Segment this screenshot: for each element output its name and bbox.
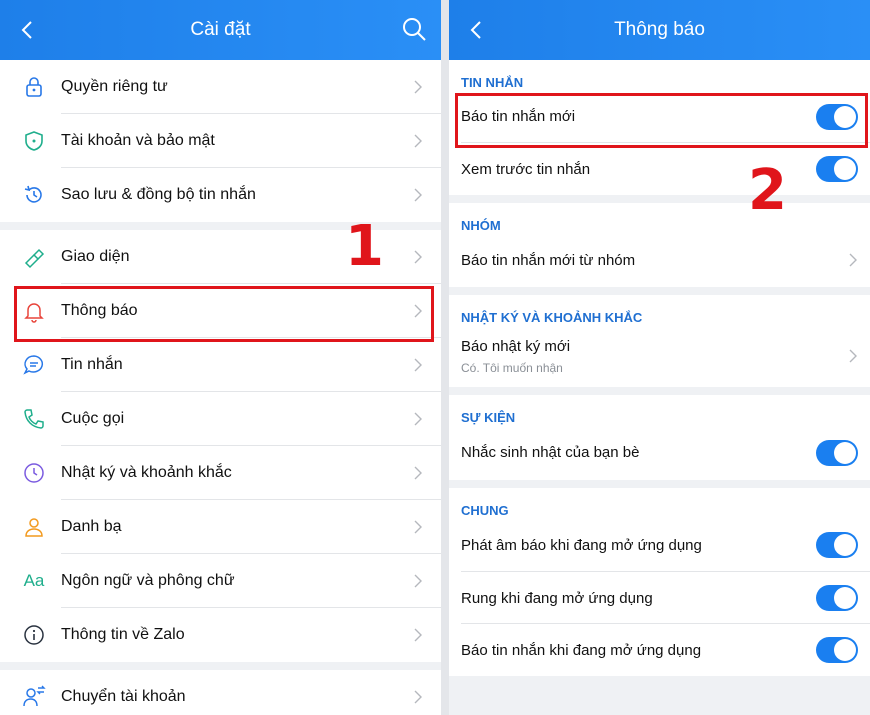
chevron-right-icon bbox=[414, 188, 422, 202]
chevron-right-icon bbox=[414, 250, 422, 264]
settings-item-privacy[interactable]: Quyền riêng tư bbox=[0, 60, 441, 114]
setting-label: Báo nhật ký mới bbox=[461, 337, 571, 355]
toggle-switch[interactable] bbox=[816, 585, 858, 611]
settings-item-label: Chuyển tài khoản bbox=[61, 688, 186, 705]
settings-item-label: Thông tin về Zalo bbox=[61, 626, 185, 643]
settings-item-contacts[interactable]: Danh bạ bbox=[0, 500, 441, 554]
page-title: Cài đặt bbox=[190, 19, 251, 40]
settings-group-3: Chuyển tài khoản bbox=[0, 670, 441, 715]
settings-item-language-font[interactable]: Aa Ngôn ngữ và phông chữ bbox=[0, 554, 441, 608]
chat-icon bbox=[21, 352, 47, 378]
highlight-box-new-message bbox=[455, 93, 868, 148]
chevron-right-icon bbox=[414, 574, 422, 588]
chevron-right-icon bbox=[414, 520, 422, 534]
chevron-right-icon bbox=[414, 358, 422, 372]
settings-panel: Cài đặt Quyền riêng tư Tài khoản và bảo … bbox=[0, 0, 441, 715]
page-title: Thông báo bbox=[614, 19, 705, 40]
settings-group-1: Quyền riêng tư Tài khoản và bảo mật Sao … bbox=[0, 60, 441, 222]
setting-message-preview[interactable]: Xem trước tin nhắn bbox=[449, 143, 870, 195]
settings-item-label: Nhật ký và khoảnh khắc bbox=[61, 464, 232, 481]
settings-item-account-security[interactable]: Tài khoản và bảo mật bbox=[0, 114, 441, 168]
settings-item-diary[interactable]: Nhật ký và khoảnh khắc bbox=[0, 446, 441, 500]
person-icon bbox=[21, 514, 47, 540]
chevron-right-icon bbox=[849, 349, 857, 363]
shield-icon bbox=[21, 128, 47, 154]
step-number-1: 1 bbox=[345, 214, 384, 279]
setting-label: Xem trước tin nhắn bbox=[461, 160, 591, 178]
brush-icon bbox=[21, 244, 47, 270]
settings-item-label: Sao lưu & đồng bộ tin nhắn bbox=[61, 186, 256, 203]
search-icon[interactable] bbox=[401, 16, 427, 42]
clock-icon bbox=[21, 460, 47, 486]
settings-item-label: Ngôn ngữ và phông chữ bbox=[61, 572, 235, 589]
notifications-header: Thông báo bbox=[449, 0, 870, 60]
setting-label: Phát âm báo khi đang mở ứng dụng bbox=[461, 536, 702, 554]
phone-icon bbox=[21, 406, 47, 432]
settings-item-about-zalo[interactable]: Thông tin về Zalo bbox=[0, 608, 441, 662]
switch-account-icon bbox=[21, 684, 47, 710]
back-arrow-icon[interactable] bbox=[16, 18, 40, 42]
settings-item-calls[interactable]: Cuộc gọi bbox=[0, 392, 441, 446]
setting-label: Rung khi đang mở ứng dụng bbox=[461, 589, 653, 607]
settings-item-label: Danh bạ bbox=[61, 518, 122, 535]
settings-header: Cài đặt bbox=[0, 0, 441, 60]
settings-item-switch-account[interactable]: Chuyển tài khoản bbox=[0, 670, 441, 715]
chevron-right-icon bbox=[414, 690, 422, 704]
toggle-switch[interactable] bbox=[816, 637, 858, 663]
toggle-switch[interactable] bbox=[816, 532, 858, 558]
chevron-right-icon bbox=[414, 466, 422, 480]
section-title: NHÓM bbox=[449, 203, 870, 233]
history-icon bbox=[21, 182, 47, 208]
chevron-right-icon bbox=[849, 253, 857, 267]
chevron-right-icon bbox=[414, 80, 422, 94]
setting-new-diary[interactable]: Báo nhật ký mới Có. Tôi muốn nhận bbox=[449, 325, 870, 387]
setting-sublabel: Có. Tôi muốn nhận bbox=[461, 360, 563, 375]
section-title: SỰ KIỆN bbox=[449, 395, 870, 425]
section-diary: NHẬT KÝ VÀ KHOẢNH KHẮC Báo nhật ký mới C… bbox=[449, 295, 870, 387]
chevron-right-icon bbox=[414, 628, 422, 642]
panel-divider bbox=[441, 0, 449, 715]
setting-vibrate-in-app[interactable]: Rung khi đang mở ứng dụng bbox=[449, 572, 870, 624]
setting-birthday-reminder[interactable]: Nhắc sinh nhật của bạn bè bbox=[449, 425, 870, 480]
font-icon: Aa bbox=[23, 571, 45, 590]
toggle-switch[interactable] bbox=[816, 156, 858, 182]
back-arrow-icon[interactable] bbox=[465, 18, 489, 42]
setting-label: Nhắc sinh nhật của bạn bè bbox=[461, 444, 640, 461]
chevron-right-icon bbox=[414, 134, 422, 148]
settings-item-label: Tin nhắn bbox=[61, 356, 123, 373]
info-icon bbox=[21, 622, 47, 648]
settings-item-label: Cuộc gọi bbox=[61, 410, 125, 427]
settings-item-messages[interactable]: Tin nhắn bbox=[0, 338, 441, 392]
section-groups: NHÓM Báo tin nhắn mới từ nhóm bbox=[449, 203, 870, 287]
toggle-switch[interactable] bbox=[816, 439, 858, 466]
lock-icon bbox=[21, 74, 47, 100]
setting-sound-in-app[interactable]: Phát âm báo khi đang mở ứng dụng bbox=[449, 518, 870, 572]
setting-notify-in-app[interactable]: Báo tin nhắn khi đang mở ứng dụng bbox=[449, 624, 870, 676]
section-title: CHUNG bbox=[449, 488, 870, 518]
section-events: SỰ KIỆN Nhắc sinh nhật của bạn bè bbox=[449, 395, 870, 480]
section-title: NHẬT KÝ VÀ KHOẢNH KHẮC bbox=[449, 295, 870, 325]
step-number-2: 2 bbox=[748, 158, 787, 223]
settings-item-label: Quyền riêng tư bbox=[61, 78, 168, 95]
settings-item-label: Giao diện bbox=[61, 248, 130, 265]
chevron-right-icon bbox=[414, 412, 422, 426]
section-general: CHUNG Phát âm báo khi đang mở ứng dụng R… bbox=[449, 488, 870, 676]
section-title: TIN NHẮN bbox=[449, 60, 870, 90]
setting-group-message[interactable]: Báo tin nhắn mới từ nhóm bbox=[449, 233, 870, 287]
settings-item-label: Tài khoản và bảo mật bbox=[61, 132, 215, 149]
highlight-box-notifications bbox=[14, 286, 434, 342]
setting-label: Báo tin nhắn mới từ nhóm bbox=[461, 251, 636, 269]
setting-label: Báo tin nhắn khi đang mở ứng dụng bbox=[461, 641, 702, 659]
